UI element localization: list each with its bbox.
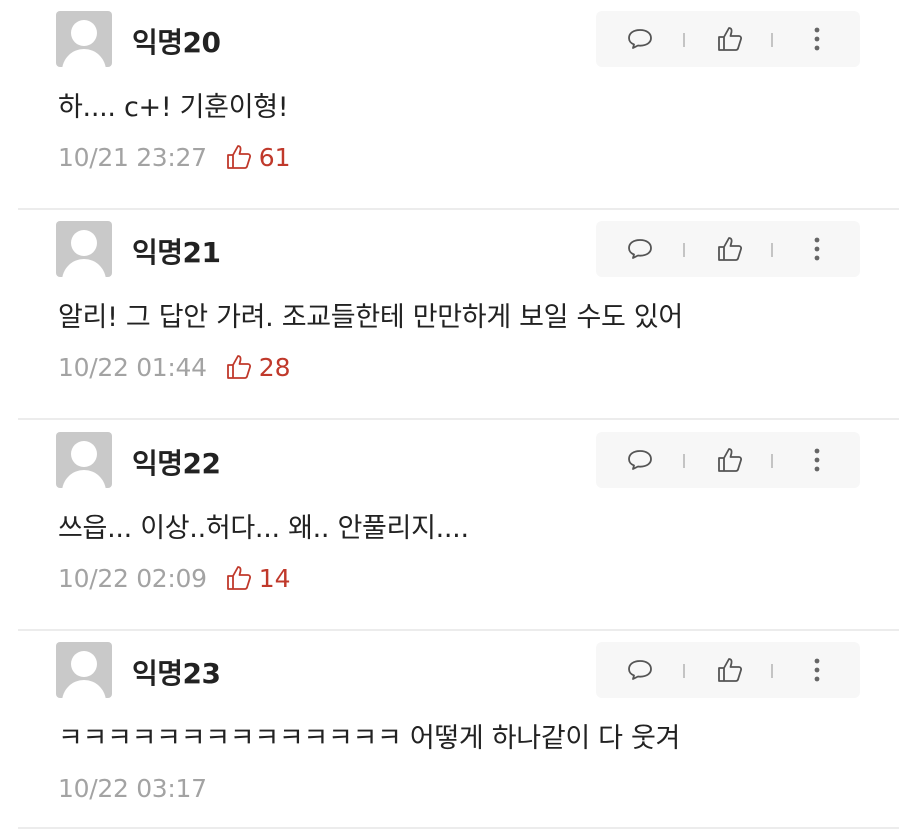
comment-timestamp: 10/22 03:17 xyxy=(58,773,207,803)
comment-meta: 10/22 03:17 xyxy=(58,771,207,805)
reply-button[interactable] xyxy=(612,221,668,277)
comment-nickname: 익명23 xyxy=(132,657,221,690)
divider xyxy=(771,664,773,678)
avatar xyxy=(56,432,112,488)
comment-item: 익명22 쓰읍... 이상..허다... 왜.. 안풀리지.... 10/22 … xyxy=(0,421,899,631)
avatar xyxy=(56,221,112,277)
more-options-button[interactable] xyxy=(792,432,842,488)
more-options-button[interactable] xyxy=(792,221,842,277)
vertical-dots-icon xyxy=(814,658,820,682)
comment-meta: 10/21 23:27 61 xyxy=(58,140,291,174)
thumbs-up-icon xyxy=(718,448,743,472)
comment-timestamp: 10/22 02:09 xyxy=(58,563,207,593)
comment-text: ㅋㅋㅋㅋㅋㅋㅋㅋㅋㅋㅋㅋㅋㅋ 어떻게 하나같이 다 웃겨 xyxy=(58,723,681,754)
vote-badge: 61 xyxy=(225,143,291,172)
comment-timestamp: 10/22 01:44 xyxy=(58,352,207,382)
avatar xyxy=(56,11,112,67)
vote-count: 61 xyxy=(258,142,291,172)
reply-button[interactable] xyxy=(612,432,668,488)
thumbs-up-icon xyxy=(226,566,251,590)
vertical-dots-icon xyxy=(814,448,820,472)
thumbs-up-icon xyxy=(718,237,743,261)
comment-nickname: 익명20 xyxy=(132,26,221,59)
comment-text: 알리! 그 답안 가려. 조교들한테 만만하게 보일 수도 있어 xyxy=(58,302,683,333)
like-button[interactable] xyxy=(702,432,758,488)
like-button[interactable] xyxy=(702,11,758,67)
divider xyxy=(683,454,685,468)
divider xyxy=(771,454,773,468)
like-button[interactable] xyxy=(702,221,758,277)
thumbs-up-icon xyxy=(718,658,743,682)
divider xyxy=(771,243,773,257)
comment-text: 쓰읍... 이상..허다... 왜.. 안풀리지.... xyxy=(58,513,469,544)
comment-item: 익명21 알리! 그 답안 가려. 조교들한테 만만하게 보일 수도 있어 10… xyxy=(0,210,899,420)
vertical-dots-icon xyxy=(814,27,820,51)
comment-item: 익명20 하.... c+! 기훈이형! 10/21 23:27 61 xyxy=(0,0,899,210)
vote-badge: 14 xyxy=(225,564,291,593)
comment-list: 익명20 하.... c+! 기훈이형! 10/21 23:27 61 익명21… xyxy=(0,0,899,829)
divider xyxy=(683,243,685,257)
comment-nickname: 익명21 xyxy=(132,236,221,269)
more-options-button[interactable] xyxy=(792,642,842,698)
speech-bubble-icon xyxy=(628,29,652,49)
thumbs-up-icon xyxy=(226,145,251,169)
reply-button[interactable] xyxy=(612,11,668,67)
row-divider xyxy=(18,418,899,420)
comment-actions xyxy=(596,432,860,488)
vote-count: 28 xyxy=(258,352,291,382)
speech-bubble-icon xyxy=(628,660,652,680)
comment-actions xyxy=(596,11,860,67)
comment-meta: 10/22 02:09 14 xyxy=(58,561,291,595)
comment-nickname: 익명22 xyxy=(132,447,221,480)
comment-meta: 10/22 01:44 28 xyxy=(58,350,291,384)
reply-button[interactable] xyxy=(612,642,668,698)
divider xyxy=(683,33,685,47)
thumbs-up-icon xyxy=(226,355,251,379)
comment-item: 익명23 ㅋㅋㅋㅋㅋㅋㅋㅋㅋㅋㅋㅋㅋㅋ 어떻게 하나같이 다 웃겨 10/22 … xyxy=(0,631,899,829)
comment-actions xyxy=(596,221,860,277)
avatar xyxy=(56,642,112,698)
comment-text: 하.... c+! 기훈이형! xyxy=(58,92,289,123)
speech-bubble-icon xyxy=(628,450,652,470)
vote-count: 14 xyxy=(258,563,291,593)
speech-bubble-icon xyxy=(628,239,652,259)
comment-timestamp: 10/21 23:27 xyxy=(58,142,207,172)
divider xyxy=(771,33,773,47)
more-options-button[interactable] xyxy=(792,11,842,67)
thumbs-up-icon xyxy=(718,27,743,51)
vertical-dots-icon xyxy=(814,237,820,261)
vote-badge: 28 xyxy=(225,353,291,382)
comment-actions xyxy=(596,642,860,698)
like-button[interactable] xyxy=(702,642,758,698)
divider xyxy=(683,664,685,678)
